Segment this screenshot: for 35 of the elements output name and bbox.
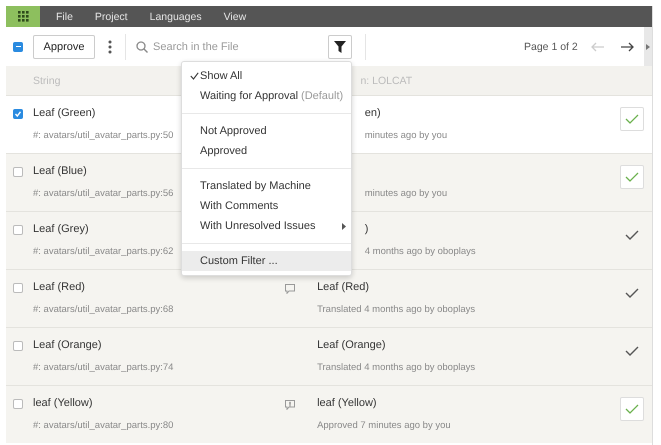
translation-info: minutes ago by you [364,130,448,141]
menu-item-label: Waiting for Approval [200,90,298,102]
translation-text: leaf (Yellow) [317,397,377,411]
source-reference: #: avatars/util_avatar_parts.py:50 [33,130,174,141]
menu-item-label: With Comments [200,200,278,212]
menu-item-label: Translated by Machine [200,180,311,192]
menu-item-label: Custom Filter ... [200,255,278,267]
source-string: Leaf (Blue) [33,165,87,179]
translation-info: Translated 4 months ago by oboplays [317,304,476,315]
column-header: n: LOLCAT [360,74,412,86]
source-reference: #: avatars/util_avatar_parts.py:68 [33,304,174,315]
source-string: Leaf (Green) [33,107,96,121]
menu-item-label: Show All [200,70,242,82]
menu-item-label: Not Approved [200,125,267,137]
menu-item-label: With Unresolved Issues [200,220,316,232]
source-string: leaf (Yellow) [33,397,93,411]
source-reference: #: avatars/util_avatar_parts.py:62 [33,246,174,257]
translation-info: minutes ago by you [364,188,448,199]
source-reference: #: avatars/util_avatar_parts.py:56 [33,188,174,199]
translation-text: Leaf (Orange) [317,339,386,353]
menu-item-note: (Default) [301,90,344,102]
menu-item-label: Approved [200,145,248,157]
source-reference: #: avatars/util_avatar_parts.py:74 [33,362,174,373]
translation-info: Translated 4 months ago by oboplays [317,362,476,373]
source-string: Leaf (Grey) [33,223,89,237]
source-reference: #: avatars/util_avatar_parts.py:80 [33,420,174,431]
translation-text: Leaf (Red) [317,281,370,295]
source-string: Leaf (Orange) [33,339,102,353]
source-string: Leaf (Red) [33,281,85,295]
translation-info: 4 months ago by oboplays [364,246,476,257]
translation-text: en) [364,107,381,121]
column-header: String [33,74,60,86]
page-indicator: Page 1 of 2 [524,40,578,52]
translation-info: Approved 7 minutes ago by you [317,420,451,431]
translation-text: ) [364,223,368,237]
